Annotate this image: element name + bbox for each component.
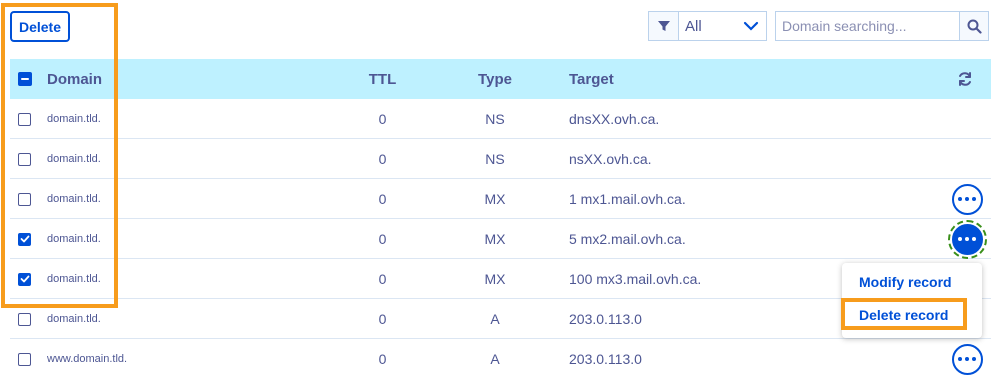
delete-button[interactable]: Delete	[10, 11, 70, 42]
search-input[interactable]	[775, 11, 959, 41]
target-cell: nsXX.ovh.ca.	[569, 151, 652, 167]
target-cell: 1 mx1.mail.ovh.ca.	[569, 191, 686, 207]
row-checkbox[interactable]	[18, 219, 34, 259]
target-cell: dnsXX.ovh.ca.	[569, 111, 660, 127]
target-cell: 5 mx2.mail.ovh.ca.	[569, 231, 686, 247]
type-cell: NS	[485, 151, 505, 167]
domain-cell: domain.tld.	[47, 193, 101, 205]
target-cell: 203.0.113.0	[569, 351, 642, 367]
row-actions-button-active[interactable]	[947, 219, 987, 259]
type-cell: MX	[484, 231, 506, 247]
row-checkbox[interactable]	[18, 339, 34, 378]
search-icon	[967, 19, 982, 34]
checkmark-icon	[20, 235, 29, 243]
row-checkbox[interactable]	[18, 259, 34, 299]
minus-icon	[21, 78, 29, 80]
checkmark-icon	[20, 275, 29, 283]
table-row: domain.tld. 0 NS nsXX.ovh.ca.	[10, 139, 991, 179]
domain-cell: www.domain.tld.	[47, 353, 128, 365]
ttl-cell: 0	[378, 351, 387, 367]
type-cell: A	[490, 311, 500, 327]
delete-record-menu-item[interactable]: Delete record	[842, 300, 982, 330]
domain-cell: domain.tld.	[47, 233, 101, 245]
select-all-checkbox[interactable]	[18, 59, 34, 99]
row-actions-button[interactable]	[951, 339, 983, 378]
refresh-button[interactable]	[957, 59, 973, 99]
row-checkbox[interactable]	[18, 299, 34, 339]
row-checkbox[interactable]	[18, 139, 34, 179]
table-row: domain.tld. 0 MX 5 mx2.mail.ovh.ca.	[10, 219, 991, 259]
type-cell: MX	[484, 191, 506, 207]
domain-cell: domain.tld.	[47, 113, 101, 125]
toolbar: Delete All	[0, 0, 991, 58]
type-cell: MX	[484, 271, 506, 287]
domain-cell: domain.tld.	[47, 313, 101, 325]
header-type[interactable]: Type	[470, 59, 520, 99]
row-checkbox[interactable]	[18, 99, 34, 139]
search-button[interactable]	[959, 11, 989, 41]
filter-select-value: All	[685, 17, 702, 35]
modify-record-menu-item[interactable]: Modify record	[842, 267, 982, 297]
ttl-cell: 0	[378, 231, 387, 247]
domain-cell: domain.tld.	[47, 153, 101, 165]
ttl-cell: 0	[378, 311, 387, 327]
table-row: domain.tld. 0 MX 1 mx1.mail.ovh.ca.	[10, 179, 991, 219]
more-icon	[947, 219, 987, 259]
refresh-icon	[959, 72, 971, 86]
domain-cell: domain.tld.	[47, 273, 101, 285]
ttl-cell: 0	[378, 191, 387, 207]
target-cell: 100 mx3.mail.ovh.ca.	[569, 271, 702, 287]
row-checkbox[interactable]	[18, 179, 34, 219]
filter-icon	[657, 21, 670, 31]
ttl-cell: 0	[378, 151, 387, 167]
table-row: www.domain.tld. 0 A 203.0.113.0	[10, 339, 991, 378]
filter-select[interactable]: All	[678, 11, 767, 41]
filter-button[interactable]	[648, 11, 678, 41]
chevron-down-icon	[743, 21, 759, 31]
row-actions-button[interactable]	[951, 179, 983, 219]
target-cell: 203.0.113.0	[569, 311, 642, 327]
table-row: domain.tld. 0 NS dnsXX.ovh.ca.	[10, 99, 991, 139]
type-cell: A	[490, 351, 500, 367]
ttl-cell: 0	[378, 111, 387, 127]
more-icon	[951, 183, 983, 215]
table-header: Domain TTL Type Target	[10, 59, 991, 99]
header-ttl[interactable]: TTL	[360, 59, 405, 99]
header-domain[interactable]: Domain	[47, 59, 102, 99]
header-target[interactable]: Target	[569, 59, 614, 99]
type-cell: NS	[485, 111, 505, 127]
row-actions-menu: Modify record Delete record	[842, 263, 982, 338]
ttl-cell: 0	[378, 271, 387, 287]
more-icon	[951, 343, 983, 375]
